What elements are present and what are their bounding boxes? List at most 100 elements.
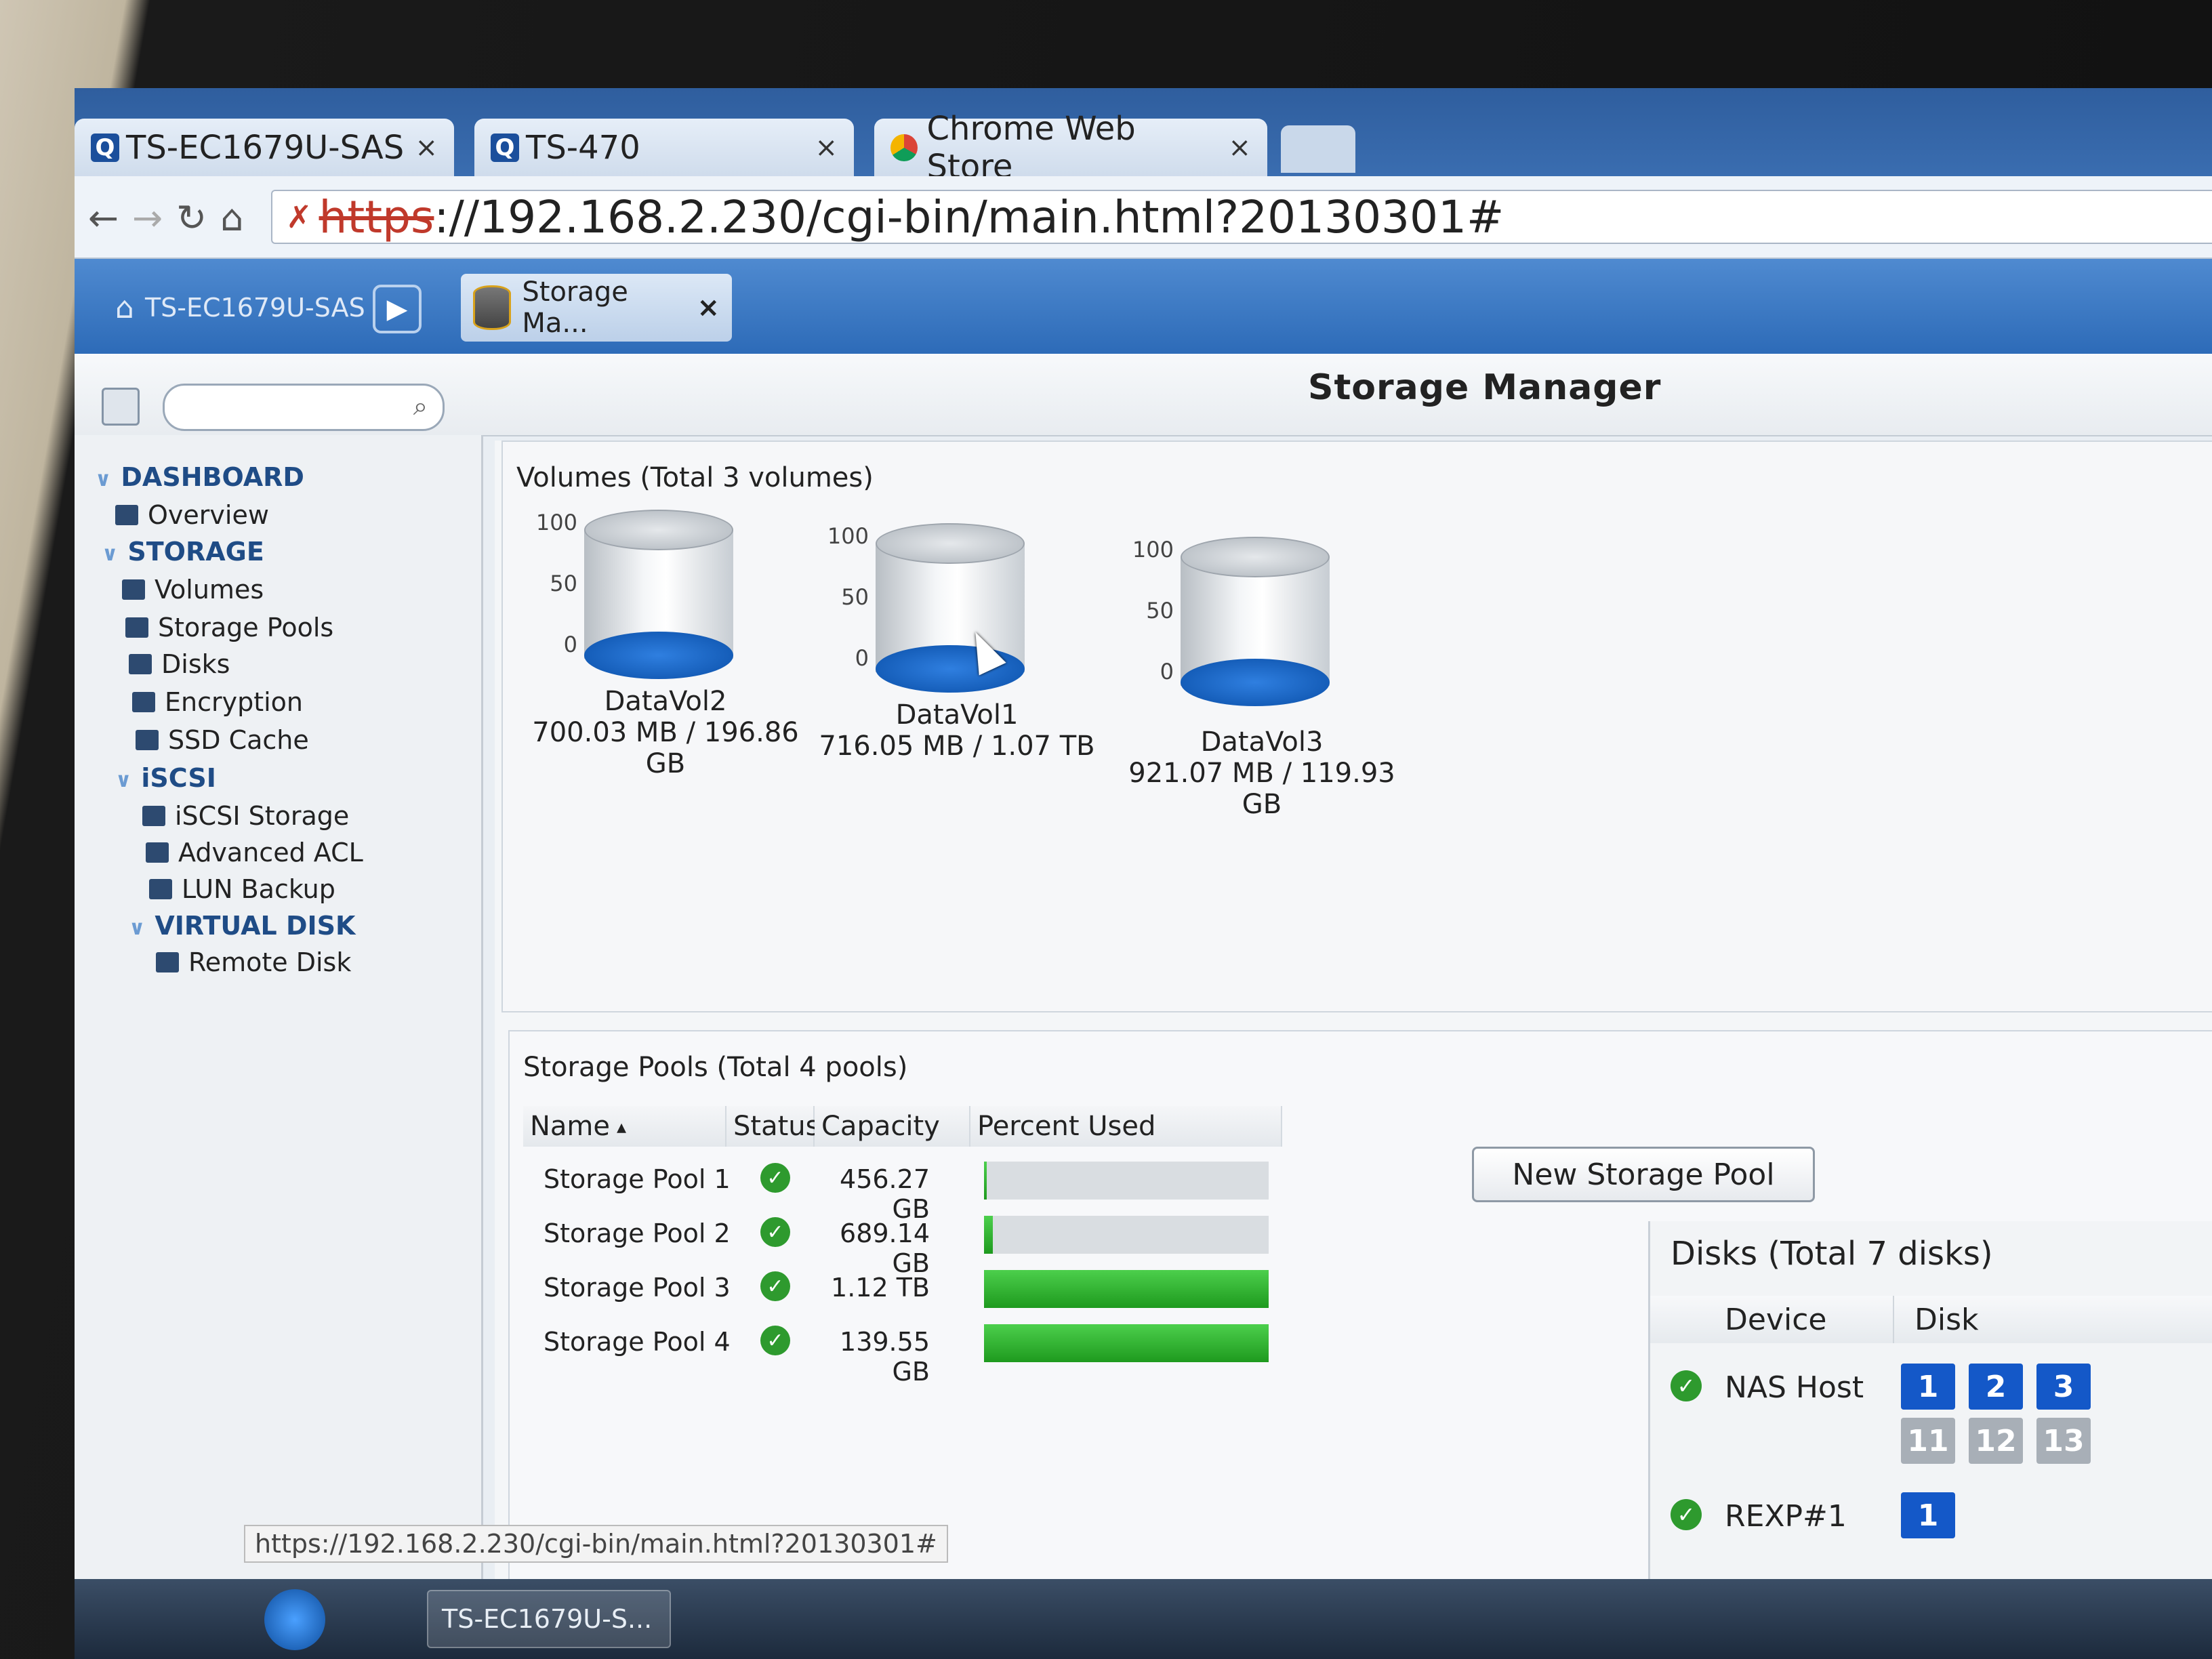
close-icon[interactable]: × <box>815 132 838 163</box>
disk-slot[interactable]: 13 <box>2036 1418 2091 1464</box>
search-icon[interactable]: ⌕ <box>413 391 428 422</box>
disk-device-row[interactable]: ✓ REXP#1 1 <box>1650 1492 2212 1574</box>
taskbar-app-label: TS-EC1679U-S... <box>442 1604 653 1634</box>
disk-slot[interactable]: 1 <box>1901 1364 1955 1410</box>
percent-used-fill <box>984 1162 987 1200</box>
column-header-disk[interactable]: Disk <box>1894 1296 2212 1343</box>
reload-icon[interactable]: ↻ <box>176 197 207 239</box>
sidebar-item-disks[interactable]: Disks <box>129 649 230 679</box>
volumes-panel: Volumes (Total 3 volumes) 100 50 0 DataV… <box>501 441 2212 1012</box>
close-icon[interactable]: × <box>697 292 720 323</box>
close-icon[interactable]: × <box>1228 132 1251 163</box>
play-arrow-icon[interactable]: ▶ <box>373 285 422 333</box>
sidebar-item-advanced-acl[interactable]: Advanced ACL <box>146 838 363 867</box>
volume-card[interactable]: 100 50 0 DataVol1 716.05 MB / 1.07 TB <box>808 523 1106 876</box>
volumes-title: Volumes (Total 3 volumes) <box>516 462 874 493</box>
table-row[interactable]: Storage Pool 3 ✓ 1.12 TB <box>523 1262 1282 1315</box>
chevron-down-icon: ∨ <box>102 542 119 566</box>
browser-tab-label: TS-EC1679U-SAS <box>126 128 405 167</box>
pool-name: Storage Pool 2 <box>544 1218 731 1248</box>
key-icon <box>132 692 155 712</box>
windows-start-icon[interactable] <box>264 1589 325 1650</box>
sidebar-group-storage[interactable]: ∨ STORAGE <box>102 537 264 567</box>
close-icon[interactable]: × <box>415 132 438 163</box>
window-header: ⌕ Storage Manager <box>75 354 2212 436</box>
column-header-name[interactable]: Name ▴ <box>523 1106 726 1147</box>
disk-slot[interactable]: 3 <box>2036 1364 2091 1410</box>
window-title: Storage Manager <box>1308 367 1662 408</box>
forward-icon[interactable]: → <box>132 197 163 239</box>
tick-label: 100 <box>535 510 577 535</box>
browser-tab-chrome-web-store[interactable]: Chrome Web Store × <box>874 110 1267 186</box>
app-tab-label: Storage Ma... <box>522 276 628 339</box>
disk-slot[interactable]: 12 <box>1969 1418 2023 1464</box>
sidebar-item-remote-disk[interactable]: Remote Disk <box>156 947 351 977</box>
sidebar-item-lun-backup[interactable]: LUN Backup <box>149 874 335 904</box>
volume-usage: 700.03 MB / 196.86 <box>532 717 799 748</box>
column-header-device[interactable]: Device <box>1650 1296 1894 1343</box>
table-row[interactable]: Storage Pool 2 ✓ 689.14 GB <box>523 1208 1282 1278</box>
home-icon[interactable]: ⌂ <box>220 197 243 239</box>
sidebar-item-overview[interactable]: Overview <box>115 500 269 530</box>
disk-slot[interactable]: 11 <box>1901 1418 1955 1464</box>
qnap-icon: Q <box>491 133 519 162</box>
table-row[interactable]: Storage Pool 1 ✓ 456.27 GB <box>523 1153 1282 1224</box>
sidebar-group-dashboard[interactable]: ∨ DASHBOARD <box>95 462 304 492</box>
ssd-cache-icon <box>136 730 159 750</box>
qts-appbar: ⌂ TS-EC1679U-SAS ▶ Storage Ma... × <box>75 259 2212 354</box>
toggle-sidebar-icon[interactable] <box>102 388 140 426</box>
sidebar-item-encryption[interactable]: Encryption <box>132 687 303 717</box>
sidebar-item-label: Advanced ACL <box>178 838 363 867</box>
volume-card[interactable]: 100 50 0 DataVol3 921.07 MB / 119.93 GB <box>1113 537 1411 889</box>
sidebar-item-storage-pools[interactable]: Storage Pools <box>125 613 333 642</box>
sidebar-group-virtual-disk[interactable]: ∨ VIRTUAL DISK <box>129 911 355 941</box>
column-header-percent-used[interactable]: Percent Used <box>970 1106 1282 1147</box>
status-ok-icon: ✓ <box>760 1271 790 1301</box>
status-ok-icon: ✓ <box>760 1326 790 1355</box>
chevron-down-icon: ∨ <box>129 916 146 940</box>
status-ok-icon: ✓ <box>760 1217 790 1247</box>
tick-label: 0 <box>855 645 869 671</box>
column-header-capacity[interactable]: Capacity <box>815 1106 970 1147</box>
sidebar-item-label: Disks <box>161 649 230 679</box>
browser-tab-label: TS-470 <box>526 128 640 167</box>
volume-cylinder-icon <box>876 523 1025 693</box>
browser-tab-label: Chrome Web Store <box>926 109 1136 186</box>
disk-slot[interactable]: 1 <box>1901 1492 1955 1538</box>
sidebar-item-iscsi-storage[interactable]: iSCSI Storage <box>142 801 349 831</box>
sidebar-item-label: SSD Cache <box>168 725 309 755</box>
taskbar-app-chrome[interactable]: TS-EC1679U-S... <box>427 1590 671 1648</box>
sidebar-item-volumes[interactable]: Volumes <box>122 575 264 605</box>
disks-title: Disks (Total 7 disks) <box>1671 1235 1993 1273</box>
storage-pools-panel: Storage Pools (Total 4 pools) Name ▴ Stat… <box>508 1030 2212 1659</box>
volume-usage-unit: GB <box>1242 789 1282 820</box>
sidebar-item-label: Storage Pools <box>158 613 334 642</box>
chevron-down-icon: ∨ <box>95 468 112 491</box>
browser-tab-ts-ec1679u[interactable]: Q TS-EC1679U-SAS × <box>75 119 454 176</box>
new-storage-pool-button[interactable]: New Storage Pool <box>1472 1147 1815 1202</box>
new-tab-button[interactable] <box>1281 125 1355 173</box>
home-tab-label: TS-EC1679U-SAS <box>144 293 365 323</box>
home-tab[interactable]: ⌂ TS-EC1679U-SAS <box>115 279 365 336</box>
sidebar-item-ssd-cache[interactable]: SSD Cache <box>136 725 309 755</box>
address-bar[interactable]: ✗ https ://192.168.2.230/cgi-bin/main.ht… <box>271 190 2212 244</box>
disk-slot[interactable]: 2 <box>1969 1364 2023 1410</box>
sidebar-group-label: VIRTUAL DISK <box>155 911 356 941</box>
column-header-label: Name <box>530 1111 611 1142</box>
screen: Q TS-EC1679U-SAS × Q TS-470 × Chrome Web… <box>75 88 2212 1659</box>
table-row[interactable]: Storage Pool 4 ✓ 139.55 GB <box>523 1316 1282 1387</box>
search-input[interactable]: ⌕ <box>163 384 445 431</box>
percent-used-fill <box>984 1270 1269 1308</box>
house-icon: ⌂ <box>115 290 134 325</box>
tick-label: 0 <box>563 632 577 657</box>
tick-label: 50 <box>550 571 577 596</box>
sidebar-item-label: Encryption <box>165 687 304 717</box>
browser-tab-ts-470[interactable]: Q TS-470 × <box>474 119 854 176</box>
column-header-status[interactable]: Status <box>726 1106 819 1147</box>
disk-device-row[interactable]: ✓ NAS Host 1 2 3 11 12 13 <box>1650 1364 2212 1472</box>
volume-card[interactable]: 100 50 0 DataVol2 700.03 MB / 196.86 GB <box>516 510 815 862</box>
app-tab-storage-manager[interactable]: Storage Ma... × <box>461 274 732 342</box>
sidebar-group-iscsi[interactable]: ∨ iSCSI <box>115 763 216 793</box>
back-icon[interactable]: ← <box>88 197 119 239</box>
url-text: ://192.168.2.230/cgi-bin/main.html?20130… <box>434 190 1504 243</box>
